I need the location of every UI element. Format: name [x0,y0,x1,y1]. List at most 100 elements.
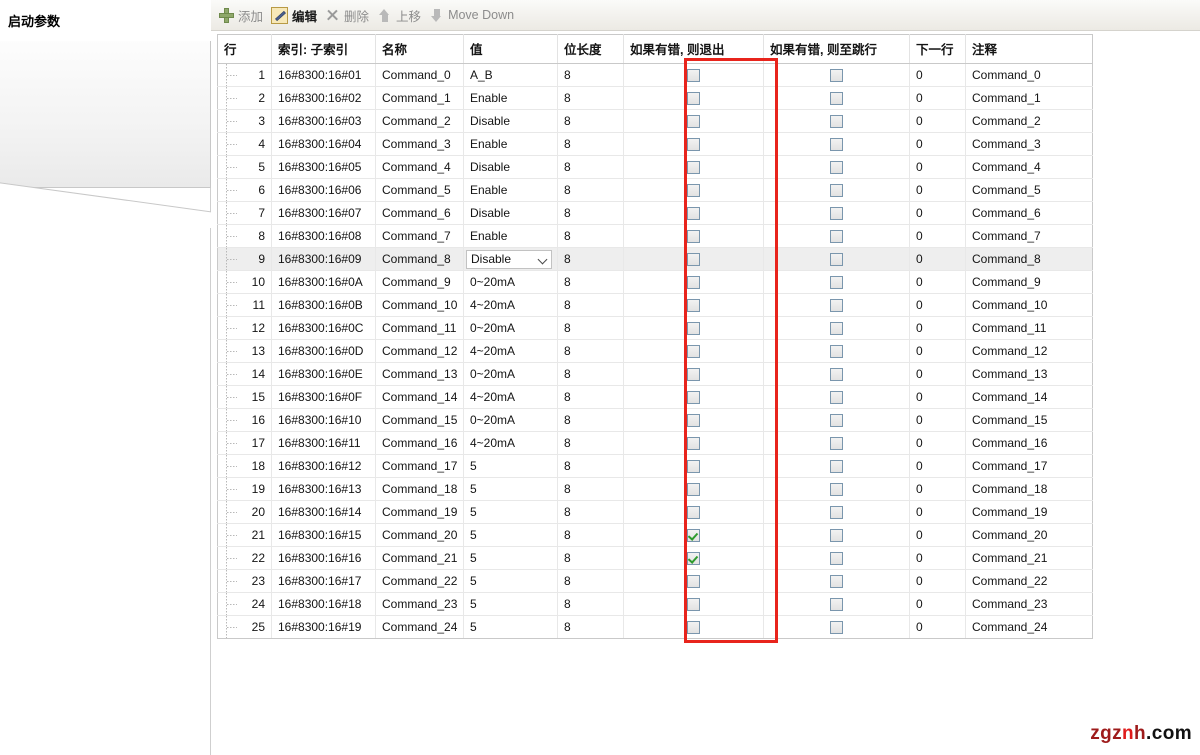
checkbox-unchecked-icon[interactable] [687,322,700,335]
cell-value[interactable]: 4~20mA [464,432,558,455]
cell-abort-on-error[interactable] [624,501,764,524]
checkbox-unchecked-icon[interactable] [687,276,700,289]
cell-value[interactable]: Disable [464,248,558,271]
sidebar-item-startup-parameters[interactable]: 启动参数 [0,0,211,41]
checkbox-unchecked-icon[interactable] [830,529,843,542]
checkbox-unchecked-icon[interactable] [687,368,700,381]
checkbox-unchecked-icon[interactable] [830,598,843,611]
checkbox-unchecked-icon[interactable] [830,69,843,82]
table-row[interactable]: 1416#8300:16#0ECommand_130~20mA80Command… [218,363,1093,386]
cell-abort-on-error[interactable] [624,156,764,179]
checkbox-unchecked-icon[interactable] [687,184,700,197]
cell-value[interactable]: 5 [464,616,558,639]
checkbox-unchecked-icon[interactable] [830,276,843,289]
add-button[interactable]: 添加 [217,4,269,26]
cell-jump-on-error[interactable] [764,593,910,616]
cell-value[interactable]: 0~20mA [464,271,558,294]
cell-jump-on-error[interactable] [764,225,910,248]
cell-jump-on-error[interactable] [764,156,910,179]
table-row[interactable]: 216#8300:16#02Command_1Enable80Command_1 [218,87,1093,110]
checkbox-unchecked-icon[interactable] [687,69,700,82]
checkbox-unchecked-icon[interactable] [687,437,700,450]
checkbox-unchecked-icon[interactable] [830,230,843,243]
checkbox-unchecked-icon[interactable] [830,460,843,473]
cell-abort-on-error[interactable] [624,363,764,386]
table-row[interactable]: 416#8300:16#04Command_3Enable80Command_3 [218,133,1093,156]
cell-abort-on-error[interactable] [624,455,764,478]
cell-value[interactable]: Disable [464,156,558,179]
cell-jump-on-error[interactable] [764,547,910,570]
checkbox-unchecked-icon[interactable] [830,299,843,312]
cell-abort-on-error[interactable] [624,340,764,363]
cell-value[interactable]: 4~20mA [464,386,558,409]
cell-jump-on-error[interactable] [764,524,910,547]
cell-abort-on-error[interactable] [624,87,764,110]
cell-jump-on-error[interactable] [764,409,910,432]
checkbox-unchecked-icon[interactable] [830,184,843,197]
column-header-jump-on-error[interactable]: 如果有错, 则至跳行 [764,35,910,64]
cell-jump-on-error[interactable] [764,478,910,501]
cell-value[interactable]: 5 [464,501,558,524]
cell-value[interactable]: 0~20mA [464,317,558,340]
checkbox-unchecked-icon[interactable] [830,115,843,128]
table-row[interactable]: 2016#8300:16#14Command_19580Command_19 [218,501,1093,524]
cell-abort-on-error[interactable] [624,294,764,317]
cell-abort-on-error[interactable] [624,547,764,570]
cell-jump-on-error[interactable] [764,317,910,340]
cell-abort-on-error[interactable] [624,616,764,639]
table-row[interactable]: 716#8300:16#07Command_6Disable80Command_… [218,202,1093,225]
edit-button[interactable]: 编辑 [269,4,323,26]
table-row[interactable]: 2516#8300:16#19Command_24580Command_24 [218,616,1093,639]
table-row[interactable]: 1616#8300:16#10Command_150~20mA80Command… [218,409,1093,432]
checkbox-unchecked-icon[interactable] [687,207,700,220]
checkbox-unchecked-icon[interactable] [687,299,700,312]
cell-value[interactable]: 4~20mA [464,340,558,363]
delete-button[interactable]: 删除 [323,4,375,26]
cell-jump-on-error[interactable] [764,248,910,271]
checkbox-unchecked-icon[interactable] [830,506,843,519]
cell-jump-on-error[interactable] [764,386,910,409]
column-header-name[interactable]: 名称 [376,35,464,64]
table-row[interactable]: 1116#8300:16#0BCommand_104~20mA80Command… [218,294,1093,317]
checkbox-unchecked-icon[interactable] [830,253,843,266]
cell-jump-on-error[interactable] [764,271,910,294]
cell-abort-on-error[interactable] [624,593,764,616]
cell-abort-on-error[interactable] [624,524,764,547]
table-row[interactable]: 2116#8300:16#15Command_20580Command_20 [218,524,1093,547]
cell-value[interactable]: Disable [464,110,558,133]
cell-value[interactable]: A_B [464,64,558,87]
cell-abort-on-error[interactable] [624,570,764,593]
cell-jump-on-error[interactable] [764,432,910,455]
checkbox-checked-icon[interactable] [687,529,700,542]
table-row[interactable]: 1516#8300:16#0FCommand_144~20mA80Command… [218,386,1093,409]
cell-value[interactable]: 0~20mA [464,409,558,432]
table-row[interactable]: 1016#8300:16#0ACommand_90~20mA80Command_… [218,271,1093,294]
table-row[interactable]: 2316#8300:16#17Command_22580Command_22 [218,570,1093,593]
cell-value[interactable]: 5 [464,547,558,570]
cell-abort-on-error[interactable] [624,271,764,294]
cell-jump-on-error[interactable] [764,570,910,593]
cell-abort-on-error[interactable] [624,202,764,225]
column-header-next-line[interactable]: 下一行 [910,35,966,64]
checkbox-unchecked-icon[interactable] [687,230,700,243]
checkbox-unchecked-icon[interactable] [687,115,700,128]
checkbox-unchecked-icon[interactable] [687,575,700,588]
checkbox-unchecked-icon[interactable] [830,414,843,427]
cell-abort-on-error[interactable] [624,64,764,87]
checkbox-unchecked-icon[interactable] [830,437,843,450]
value-combobox[interactable]: Disable [466,250,552,269]
cell-abort-on-error[interactable] [624,110,764,133]
table-row[interactable]: 616#8300:16#06Command_5Enable80Command_5 [218,179,1093,202]
column-header-comment[interactable]: 注释 [966,35,1093,64]
chevron-down-icon[interactable] [539,255,548,264]
cell-abort-on-error[interactable] [624,478,764,501]
cell-value[interactable]: 5 [464,524,558,547]
cell-jump-on-error[interactable] [764,202,910,225]
cell-value[interactable]: Enable [464,179,558,202]
cell-jump-on-error[interactable] [764,501,910,524]
checkbox-unchecked-icon[interactable] [687,414,700,427]
table-row[interactable]: 816#8300:16#08Command_7Enable80Command_7 [218,225,1093,248]
checkbox-unchecked-icon[interactable] [687,138,700,151]
cell-abort-on-error[interactable] [624,133,764,156]
cell-abort-on-error[interactable] [624,248,764,271]
